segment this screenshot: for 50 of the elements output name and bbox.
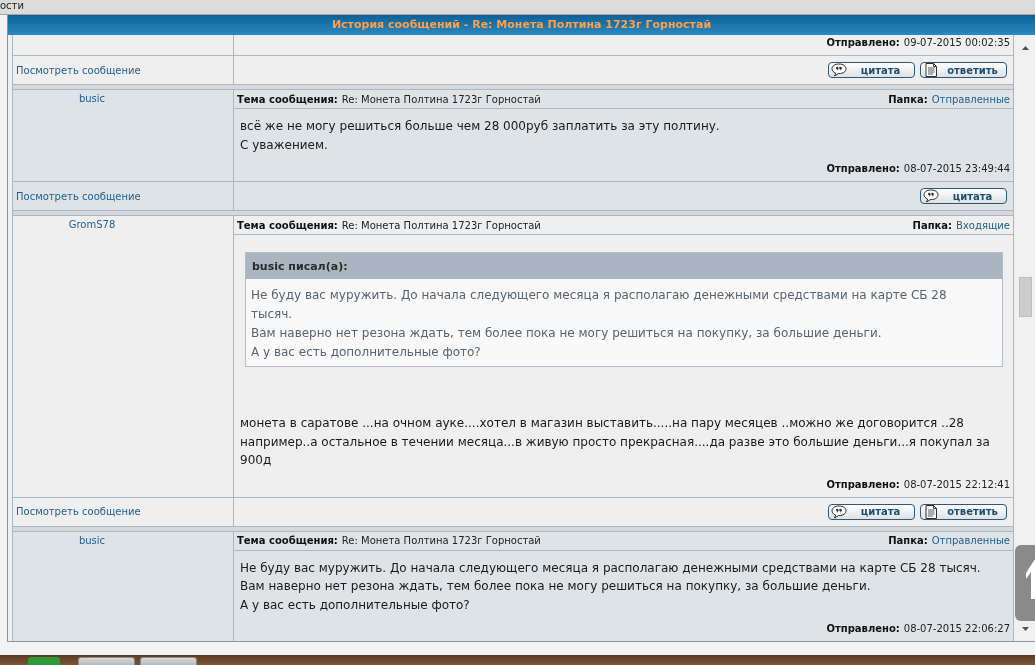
taskbar-button[interactable] xyxy=(140,657,197,665)
view-message-link[interactable]: Посмотреть сообщение xyxy=(16,64,141,76)
scroll-top-button[interactable] xyxy=(1015,545,1035,621)
view-message-link[interactable]: Посмотреть сообщение xyxy=(16,506,141,517)
speech-bubble-icon xyxy=(923,189,939,203)
quote-header: busic писал(а): xyxy=(246,253,1002,279)
quote-text: Не буду вас муружить. До начала следующего месяца я располагаю денежными средствами на карте СБ 28 тысяч. Вам наверно нет резона ждать, тем более пока не могу решиться на покупку, за большие деньги. А у вас есть дополнительные фото? xyxy=(250,287,948,361)
taskbar-button[interactable] xyxy=(78,657,135,665)
sent-date: 08-07-2015 22:06:27 xyxy=(903,622,1010,636)
scrollbar-thumb[interactable] xyxy=(1018,277,1032,317)
folder-link[interactable]: Входящие xyxy=(956,219,1010,231)
folder-link[interactable]: Отправленные xyxy=(931,93,1010,105)
sent-label: Отправлено: xyxy=(826,477,900,492)
author-link[interactable]: GromS78 xyxy=(68,218,116,232)
up-arrow-icon xyxy=(1026,559,1035,599)
subject-text: Re: Монета Полтина 1723г Горностай xyxy=(341,93,541,105)
subject-label: Тема сообщения: xyxy=(237,535,338,546)
folder-label: Папка: xyxy=(888,535,928,546)
top-bar-text: ости xyxy=(0,0,24,11)
view-message-link[interactable]: Посмотреть сообщение xyxy=(16,190,141,202)
document-icon xyxy=(923,504,939,519)
author-link[interactable]: busic xyxy=(78,92,106,106)
sent-label: Отправлено: xyxy=(826,162,900,176)
quote-button[interactable]: цитата xyxy=(920,188,1007,204)
reply-button[interactable]: ответить xyxy=(920,503,1007,520)
sent-label: Отправлено: xyxy=(826,622,900,636)
subject-label: Тема сообщения: xyxy=(237,93,338,105)
sent-date: 08-07-2015 23:49:44 xyxy=(903,162,1010,176)
quote-button[interactable]: цитата xyxy=(828,503,915,520)
message-text: монета в саратове ...на очном ауке....хотел в магазин выставить.....на пару месяцев ..можно же договорится ..28 например..а остальное в течении месяца...в живую просто прекрасная....да разве это большие деньги...я покупал за 900д xyxy=(240,415,991,469)
scroll-down-arrow-icon[interactable] xyxy=(1021,627,1029,631)
folder-label: Папка: xyxy=(888,93,928,105)
speech-bubble-icon xyxy=(831,504,847,519)
quote-button[interactable]: цитата xyxy=(828,62,915,78)
sent-label: Отправлено: xyxy=(826,36,900,50)
subject-label: Тема сообщения: xyxy=(237,219,338,231)
folder-label: Папка: xyxy=(912,219,953,231)
sent-date: 08-07-2015 22:12:41 xyxy=(903,477,1010,492)
message-text: всё же не могу решиться больше чем 28 000руб заплатить за эту полтину. С уважением. xyxy=(240,118,721,154)
window-title: История сообщений - Re: Монета Полтина 1723г Горностай xyxy=(331,18,712,32)
speech-bubble-icon xyxy=(831,63,847,77)
author-link[interactable]: busic xyxy=(78,533,106,548)
subject-text: Re: Монета Полтина 1723г Горностай xyxy=(341,535,541,546)
folder-link[interactable]: Отправленные xyxy=(931,535,1010,546)
reply-button[interactable]: ответить xyxy=(920,62,1007,78)
scroll-up-arrow-icon[interactable] xyxy=(1021,46,1029,50)
sent-date: 09-07-2015 00:02:35 xyxy=(903,36,1010,50)
message-text: Не буду вас муружить. До начала следующего месяца я располагаю денежными средствами на карте СБ 28 тысяч. Вам наверно нет резона ждать, тем более пока не могу решиться на покупку, за большие деньги. А у вас есть дополнительные фото? xyxy=(240,559,982,614)
subject-text: Re: Монета Полтина 1723г Горностай xyxy=(341,219,541,231)
document-icon xyxy=(923,63,939,77)
